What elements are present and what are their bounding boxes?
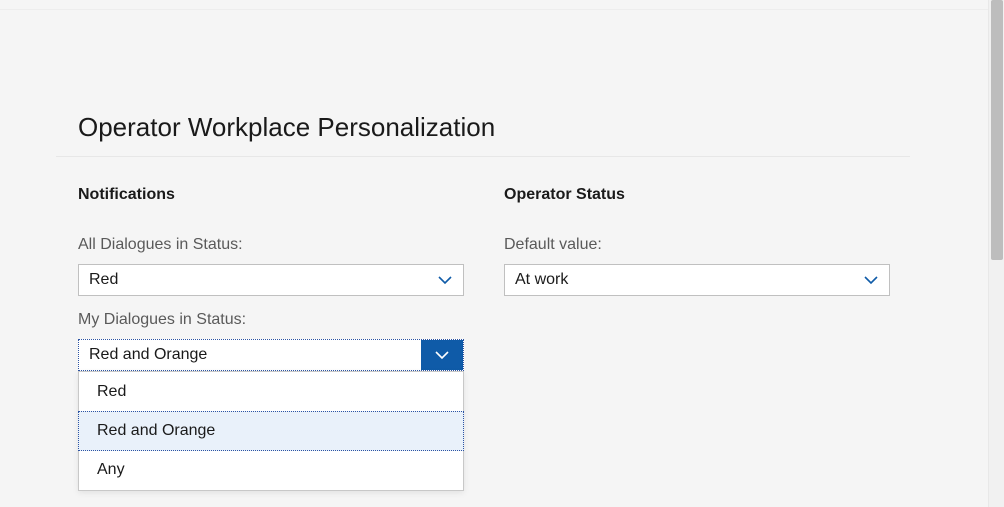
all-dialogues-label: All Dialogues in Status: xyxy=(78,236,243,254)
chevron-down-icon xyxy=(437,272,453,288)
page-title: Operator Workplace Personalization xyxy=(78,112,495,143)
my-dialogues-value-wrap: Red and Orange xyxy=(79,340,421,370)
default-value-value: At work xyxy=(515,271,863,289)
top-divider xyxy=(0,9,988,10)
dropdown-option-red[interactable]: Red xyxy=(79,372,463,412)
dropdown-option-red-and-orange[interactable]: Red and Orange xyxy=(78,411,464,451)
dropdown-option-any[interactable]: Any xyxy=(79,450,463,490)
all-dialogues-select[interactable]: Red xyxy=(78,264,464,296)
chevron-down-icon[interactable] xyxy=(421,340,463,370)
vertical-scrollbar-thumb[interactable] xyxy=(991,0,1003,260)
default-value-select[interactable]: At work xyxy=(504,264,890,296)
my-dialogues-select[interactable]: Red and Orange xyxy=(78,339,464,371)
content-area: Operator Workplace Personalization Notif… xyxy=(0,0,988,507)
default-value-label: Default value: xyxy=(504,236,602,254)
section-divider xyxy=(56,156,910,157)
notifications-heading: Notifications xyxy=(78,186,175,204)
chevron-down-icon xyxy=(863,272,879,288)
operator-status-heading: Operator Status xyxy=(504,186,625,204)
my-dialogues-dropdown: Red Red and Orange Any xyxy=(78,371,464,491)
my-dialogues-label: My Dialogues in Status: xyxy=(78,311,246,329)
all-dialogues-value: Red xyxy=(89,271,437,289)
my-dialogues-value: Red and Orange xyxy=(89,346,207,364)
vertical-scrollbar-track[interactable] xyxy=(988,0,1004,507)
